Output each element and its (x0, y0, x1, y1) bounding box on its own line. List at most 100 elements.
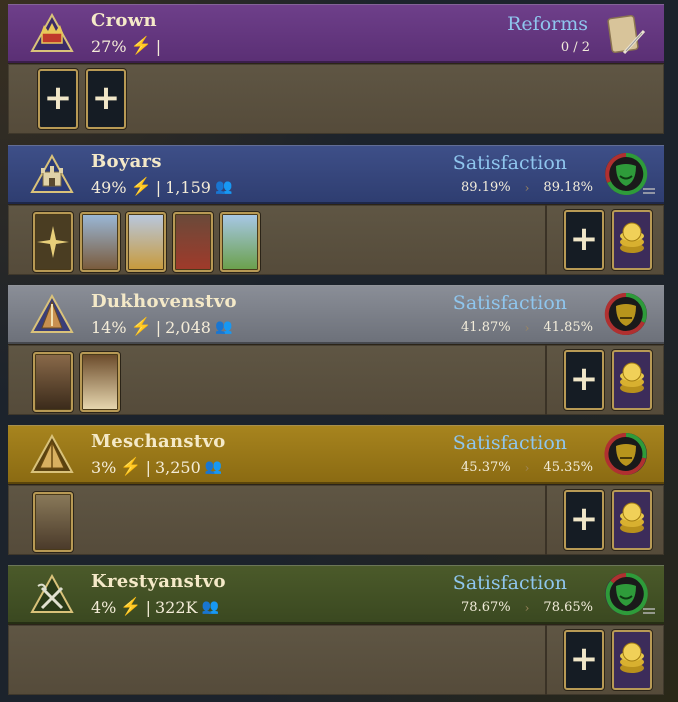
estate-name: Dukhovenstvo (91, 291, 237, 312)
krestyanstvo-slots: + (8, 624, 664, 695)
stats-separator: | (155, 317, 162, 337)
population-icon: 👥 (214, 319, 233, 335)
menu-lines-icon (643, 192, 655, 194)
satisfaction-current: 41.87% (461, 320, 511, 335)
satisfaction-current: 45.37% (461, 460, 511, 475)
krestyanstvo-header[interactable]: Krestyanstvo 4% ⚡ | 322K 👥 Satisfaction … (8, 565, 664, 624)
satisfaction-label[interactable]: Satisfaction (453, 152, 567, 174)
satisfaction-label[interactable]: Satisfaction (453, 432, 567, 454)
add-privilege-button[interactable]: + (564, 630, 604, 690)
influence-value: 14% (91, 317, 127, 337)
menu-lines-icon (643, 612, 655, 614)
neutral-mask-icon[interactable] (604, 292, 648, 336)
satisfaction-projected: 89.18% (543, 180, 593, 195)
knight-card[interactable] (80, 212, 120, 272)
stats-separator: | (145, 457, 151, 477)
add-privilege-button[interactable]: + (564, 490, 604, 550)
population-icon: 👥 (201, 599, 219, 615)
boyars-slots: + (8, 204, 664, 275)
book-card[interactable] (80, 352, 120, 412)
estate-stats: 49% ⚡ | 1,159 👥 (91, 177, 232, 197)
scroll-quill-icon[interactable] (602, 13, 648, 57)
crown-icon (30, 13, 74, 52)
gold-coins-icon (620, 362, 644, 393)
satisfaction-current: 78.67% (461, 600, 511, 615)
population-icon: 👥 (204, 459, 223, 475)
add-slot-button-1[interactable]: + (38, 69, 78, 129)
reforms-label[interactable]: Reforms (507, 13, 588, 35)
neutral-mask-icon[interactable] (604, 432, 648, 476)
arrow-right-icon: › (524, 460, 530, 475)
influence-bolt-icon: ⚡ (130, 36, 152, 56)
castle-icon (30, 154, 74, 193)
satisfaction-projected: 45.35% (543, 460, 593, 475)
reforms-count: 0 / 2 (560, 40, 590, 55)
crown-slots: + + (8, 63, 664, 134)
boyars-header[interactable]: Boyars 49% ⚡ | 1,159 👥 Satisfaction 89.1… (8, 145, 664, 204)
influence-bolt-icon: ⚡ (130, 177, 152, 197)
influence-value: 4% (91, 597, 117, 617)
satisfaction-label[interactable]: Satisfaction (453, 572, 567, 594)
dukhovenstvo-header[interactable]: Dukhovenstvo 14% ⚡ | 2,048 👥 Satisfactio… (8, 285, 664, 344)
meschanstvo-slots: + (8, 484, 664, 555)
landscape-card[interactable] (220, 212, 260, 272)
slot-divider (545, 205, 547, 275)
add-slot-button-2[interactable]: + (86, 69, 126, 129)
stats-separator: | (155, 36, 162, 56)
add-privilege-button[interactable]: + (564, 210, 604, 270)
meschanstvo-header[interactable]: Meschanstvo 3% ⚡ | 3,250 👥 Satisfaction … (8, 425, 664, 484)
satisfaction-current: 89.19% (461, 180, 511, 195)
coins-button[interactable] (612, 630, 652, 690)
estate-name: Meschanstvo (91, 431, 226, 452)
satisfaction-values: 41.87% › 41.85% (461, 320, 593, 335)
satisfaction-projected: 41.85% (543, 320, 593, 335)
influence-value: 27% (91, 36, 127, 56)
dukhovenstvo-panel: Dukhovenstvo 14% ⚡ | 2,048 👥 Satisfactio… (8, 285, 664, 415)
priest-card[interactable] (33, 352, 73, 412)
coins-button[interactable] (612, 490, 652, 550)
add-privilege-button[interactable]: + (564, 350, 604, 410)
boyars-panel: Boyars 49% ⚡ | 1,159 👥 Satisfaction 89.1… (8, 145, 664, 275)
gold-coins-icon (620, 502, 644, 533)
estate-stats: 4% ⚡ | 322K 👥 (91, 597, 219, 617)
krestyanstvo-panel: Krestyanstvo 4% ⚡ | 322K 👥 Satisfaction … (8, 565, 664, 695)
crown-header[interactable]: Crown 27% ⚡ | Reforms 0 / 2 (8, 4, 664, 63)
gold-coins-icon (620, 222, 644, 253)
slot-divider (545, 625, 547, 695)
influence-value: 49% (91, 177, 127, 197)
satisfaction-values: 89.19% › 89.18% (461, 180, 593, 195)
population-value: 2,048 (165, 317, 211, 337)
slot-divider (545, 345, 547, 415)
influence-bolt-icon: ⚡ (120, 457, 142, 477)
satisfaction-values: 78.67% › 78.65% (461, 600, 593, 615)
population-icon: 👥 (214, 179, 233, 195)
estate-name: Boyars (91, 151, 162, 172)
arrow-right-icon: › (524, 600, 530, 615)
gold-coins-icon (620, 642, 644, 673)
compass-star-icon (37, 226, 69, 258)
population-value: 3,250 (154, 457, 201, 477)
noble-card[interactable] (173, 212, 213, 272)
peasants-tools-icon (30, 574, 74, 613)
dukhovenstvo-slots: + (8, 344, 664, 415)
barrels-card[interactable] (33, 492, 73, 552)
satisfaction-label[interactable]: Satisfaction (453, 292, 567, 314)
menu-lines-icon (643, 608, 655, 610)
harvest-card[interactable] (126, 212, 166, 272)
meschanstvo-panel: Meschanstvo 3% ⚡ | 3,250 👥 Satisfaction … (8, 425, 664, 555)
influence-bolt-icon: ⚡ (120, 597, 142, 617)
satisfaction-values: 45.37% › 45.35% (461, 460, 593, 475)
menu-lines-icon (643, 188, 655, 190)
clergy-icon (30, 294, 74, 333)
coins-button[interactable] (612, 210, 652, 270)
estate-name: Krestyanstvo (91, 571, 226, 592)
arrow-right-icon: › (524, 180, 530, 195)
happy-mask-icon[interactable] (604, 572, 648, 616)
estate-name: Crown (91, 10, 157, 31)
happy-mask-icon[interactable] (604, 152, 648, 196)
estate-stats: 3% ⚡ | 3,250 👥 (91, 457, 222, 477)
star-ability-card[interactable] (33, 212, 73, 272)
coins-button[interactable] (612, 350, 652, 410)
stats-separator: | (145, 597, 151, 617)
estate-stats: 27% ⚡ | (91, 36, 161, 56)
